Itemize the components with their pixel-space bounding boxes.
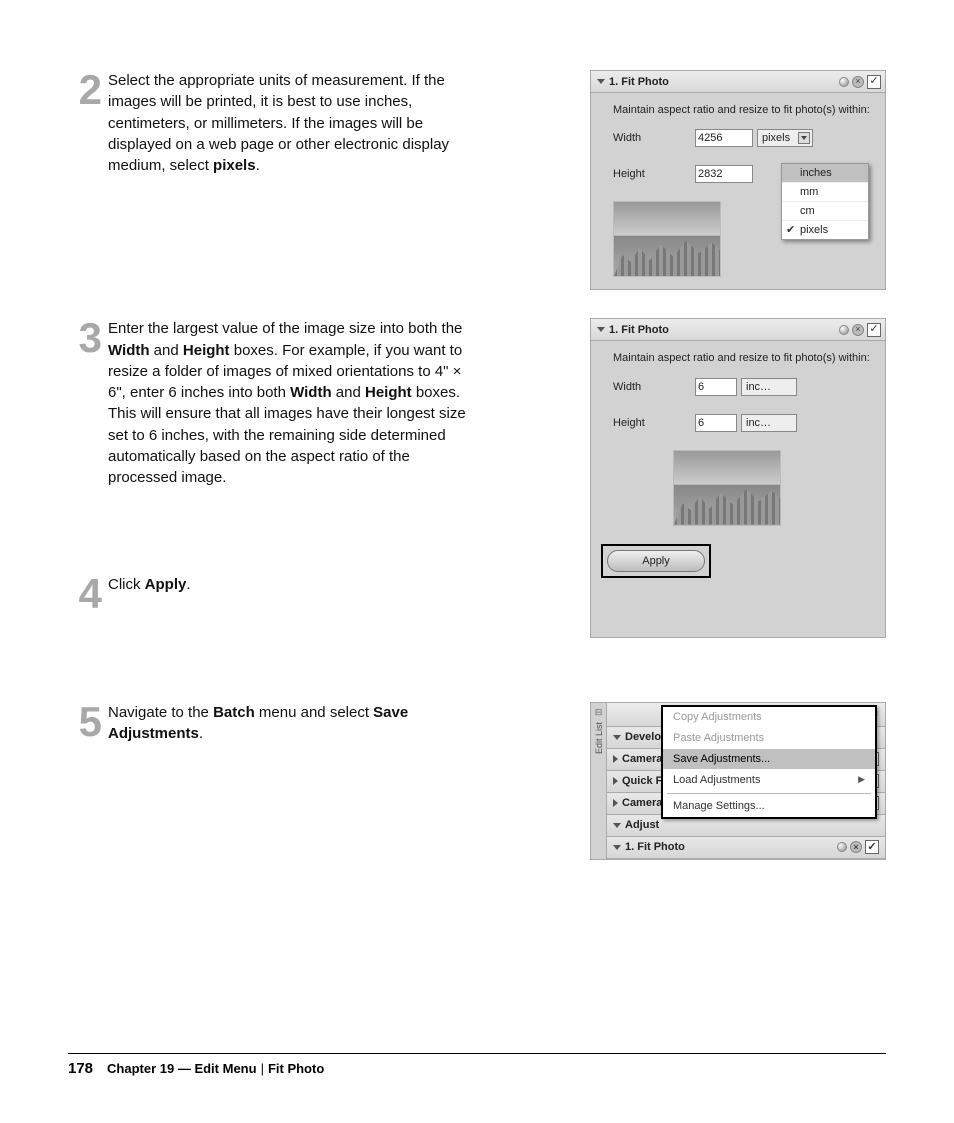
expand-icon bbox=[613, 777, 618, 785]
width-unit-combo[interactable]: pixels bbox=[757, 129, 813, 147]
collapse-icon bbox=[613, 735, 621, 740]
menu-manage-settings[interactable]: Manage Settings... bbox=[663, 796, 875, 817]
width-label: Width bbox=[613, 381, 695, 393]
menu-paste-adjustments[interactable]: Paste Adjustments bbox=[663, 728, 875, 749]
step-5: 5 Navigate to the Batch menu and select … bbox=[68, 702, 886, 860]
apply-button[interactable]: Apply bbox=[607, 550, 705, 572]
panel-description: Maintain aspect ratio and resize to fit … bbox=[613, 351, 871, 365]
step-text: Select the appropriate units of measurem… bbox=[108, 70, 468, 290]
step-number: 3 bbox=[68, 318, 102, 356]
width-input[interactable]: 6 bbox=[695, 378, 737, 396]
step-text: Click Apply. bbox=[108, 574, 468, 595]
collapse-icon[interactable] bbox=[597, 79, 605, 84]
height-input[interactable]: 6 bbox=[695, 414, 737, 432]
close-icon[interactable]: × bbox=[852, 76, 864, 88]
fit-photo-panel-2: 1. Fit Photo × ✓ Maintain aspect ratio a… bbox=[590, 318, 886, 638]
menu-save-adjustments[interactable]: Save Adjustments... bbox=[663, 749, 875, 770]
menu-divider bbox=[667, 793, 871, 794]
step-number: 2 bbox=[68, 70, 102, 108]
unit-option-cm[interactable]: cm bbox=[782, 202, 868, 221]
reset-icon[interactable] bbox=[839, 325, 849, 335]
panel-title: 1. Fit Photo bbox=[609, 76, 839, 88]
step-2: 2 Select the appropriate units of measur… bbox=[68, 70, 886, 290]
menu-load-adjustments[interactable]: Load Adjustments bbox=[663, 770, 875, 791]
height-unit-combo[interactable]: inc… bbox=[741, 414, 797, 432]
menu-copy-adjustments[interactable]: Copy Adjustments bbox=[663, 707, 875, 728]
reset-icon[interactable] bbox=[839, 77, 849, 87]
collapse-icon[interactable]: ⊟ bbox=[595, 707, 603, 718]
page-footer: 178 Chapter 19 — Edit Menu|Fit Photo bbox=[68, 1053, 886, 1077]
height-label: Height bbox=[613, 417, 695, 429]
close-icon[interactable]: × bbox=[850, 841, 862, 853]
width-unit-combo[interactable]: inc… bbox=[741, 378, 797, 396]
enable-checkbox[interactable]: ✓ bbox=[865, 840, 879, 854]
unit-option-inches[interactable]: inches bbox=[782, 164, 868, 183]
batch-menu-panel: ⊟ Edit List ⚙ Develop Camera S ✓ bbox=[590, 702, 886, 860]
height-input[interactable]: 2832 bbox=[695, 165, 753, 183]
unit-option-mm[interactable]: mm bbox=[782, 183, 868, 202]
step-number: 4 bbox=[68, 574, 102, 612]
section-fit-photo[interactable]: 1. Fit Photo ×✓ bbox=[607, 837, 885, 859]
height-label: Height bbox=[613, 168, 695, 180]
side-strip: ⊟ Edit List bbox=[591, 703, 607, 859]
expand-icon bbox=[613, 755, 618, 763]
dropdown-icon[interactable] bbox=[798, 132, 810, 144]
preview-thumbnail bbox=[673, 450, 781, 526]
collapse-icon bbox=[613, 823, 621, 828]
collapse-icon bbox=[613, 845, 621, 850]
footer-text: Chapter 19 — Edit Menu|Fit Photo bbox=[107, 1061, 324, 1076]
unit-dropdown-menu: inches mm cm ✔ pixels bbox=[781, 163, 869, 240]
panel-header[interactable]: 1. Fit Photo × ✓ bbox=[591, 319, 885, 341]
batch-context-menu: Copy Adjustments Paste Adjustments Save … bbox=[661, 705, 877, 819]
check-icon: ✔ bbox=[786, 223, 795, 236]
page-number: 178 bbox=[68, 1060, 93, 1077]
expand-icon bbox=[613, 799, 618, 807]
enable-checkbox[interactable]: ✓ bbox=[867, 323, 881, 337]
panel-title: 1. Fit Photo bbox=[609, 324, 839, 336]
unit-option-pixels[interactable]: ✔ pixels bbox=[782, 221, 868, 239]
width-input[interactable]: 4256 bbox=[695, 129, 753, 147]
collapse-icon[interactable] bbox=[597, 327, 605, 332]
preview-thumbnail bbox=[613, 201, 721, 277]
step-number: 5 bbox=[68, 702, 102, 740]
fit-photo-panel-1: 1. Fit Photo × ✓ Maintain aspect ratio a… bbox=[590, 70, 886, 290]
reset-icon[interactable] bbox=[837, 842, 847, 852]
step-text: Navigate to the Batch menu and select Sa… bbox=[108, 702, 468, 860]
close-icon[interactable]: × bbox=[852, 324, 864, 336]
side-label: Edit List bbox=[594, 722, 604, 754]
enable-checkbox[interactable]: ✓ bbox=[867, 75, 881, 89]
apply-highlight-box: Apply bbox=[601, 544, 711, 578]
width-label: Width bbox=[613, 132, 695, 144]
panel-description: Maintain aspect ratio and resize to fit … bbox=[613, 103, 871, 117]
panel-header[interactable]: 1. Fit Photo × ✓ bbox=[591, 71, 885, 93]
